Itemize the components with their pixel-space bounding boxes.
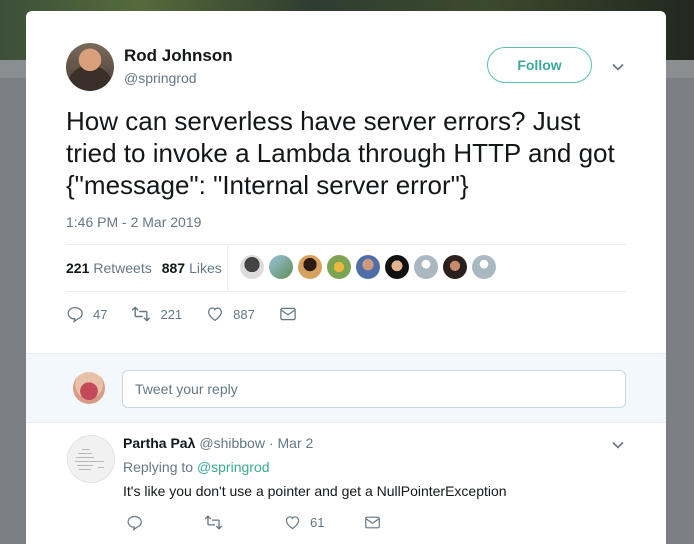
liker-avatar[interactable] [327, 255, 351, 279]
reply-like-count: 61 [310, 515, 325, 530]
like-button[interactable]: 887 [206, 305, 255, 323]
reply-input[interactable]: Tweet your reply [122, 370, 626, 408]
tweet-modal: Rod Johnson @springrod Follow How can se… [26, 11, 666, 544]
retweets-label[interactable]: Retweets [93, 260, 151, 276]
author-name[interactable]: Rod Johnson [124, 46, 233, 66]
liker-avatar[interactable] [356, 255, 380, 279]
replying-to: Replying to @springrod [123, 459, 270, 475]
tweet-stats: 221 Retweets 887 Likes [66, 260, 232, 276]
retweet-count: 221 [160, 306, 183, 322]
heart-icon [208, 307, 223, 322]
stats-separator [227, 245, 228, 291]
reply-text: It's like you don't use a pointer and ge… [123, 483, 507, 499]
reply-composer: Tweet your reply [26, 353, 666, 423]
divider [66, 291, 626, 292]
reply-actions: 61 [126, 514, 414, 531]
likes-count[interactable]: 887 [162, 260, 185, 276]
author-avatar[interactable] [66, 43, 114, 91]
message-icon [280, 307, 296, 321]
reply-message-button[interactable] [364, 515, 390, 530]
liker-avatar[interactable] [443, 255, 467, 279]
tweet-timestamp[interactable]: 1:46 PM - 2 Mar 2019 [66, 214, 201, 230]
current-user-avatar[interactable] [73, 372, 105, 404]
liker-avatar[interactable] [240, 255, 264, 279]
reply-icon [127, 515, 142, 531]
reply-author-handle[interactable]: @shibbow [199, 435, 265, 451]
follow-button[interactable]: Follow [487, 47, 592, 83]
replying-to-label: Replying to [123, 459, 194, 475]
retweets-count[interactable]: 221 [66, 260, 89, 276]
reply-author-avatar[interactable] [67, 435, 115, 483]
retweet-icon [132, 306, 151, 322]
divider [66, 244, 626, 245]
reply-retweet-button[interactable] [204, 514, 232, 531]
like-count: 887 [233, 306, 255, 322]
reply-header: Partha Paλ @shibbow · Mar 2 [123, 435, 313, 451]
message-icon [365, 516, 381, 529]
retweet-icon [204, 515, 223, 530]
liker-avatar[interactable] [385, 255, 409, 279]
tweet-text: How can serverless have server errors? J… [66, 106, 615, 200]
reply-button[interactable]: 47 [66, 305, 107, 323]
reply-icon [67, 306, 83, 323]
retweet-button[interactable]: 221 [131, 305, 182, 323]
reply-count: 47 [93, 306, 108, 322]
direct-message-button[interactable] [279, 306, 306, 322]
author-handle[interactable]: @springrod [124, 70, 197, 86]
chevron-down-icon[interactable] [611, 60, 625, 74]
reply-author-name[interactable]: Partha Paλ [123, 435, 195, 451]
reply-reply-button[interactable] [126, 514, 152, 531]
replying-to-link[interactable]: @springrod [197, 459, 270, 475]
likes-label[interactable]: Likes [189, 260, 222, 276]
heart-icon [285, 516, 300, 530]
reply-date[interactable]: · Mar 2 [269, 435, 313, 451]
liker-avatar[interactable] [472, 255, 496, 279]
likers-avatars [240, 255, 501, 279]
chevron-down-icon[interactable] [611, 438, 625, 452]
liker-avatar[interactable] [414, 255, 438, 279]
reply-like-button[interactable]: 61 [284, 514, 324, 531]
tweet-actions: 47 221 887 [66, 305, 330, 323]
liker-avatar[interactable] [298, 255, 322, 279]
liker-avatar[interactable] [269, 255, 293, 279]
